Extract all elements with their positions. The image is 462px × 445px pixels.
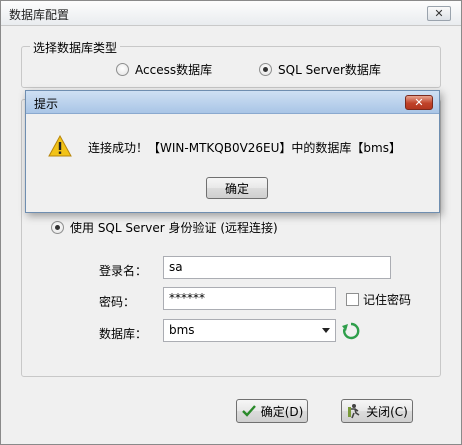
dialog-close-button[interactable]: ✕ — [405, 95, 433, 110]
exit-icon — [348, 404, 360, 419]
dialog-titlebar: 提示 ✕ — [26, 91, 439, 114]
radio-access[interactable]: Access数据库 — [116, 61, 212, 78]
close-button[interactable]: 关闭(C) — [341, 399, 413, 423]
password-input[interactable]: ****** — [163, 287, 336, 310]
radio-sql-auth-label: 使用 SQL Server 身份验证 (远程连接) — [70, 221, 278, 235]
refresh-icon[interactable] — [341, 321, 361, 341]
database-label: 数据库： — [99, 327, 148, 341]
chevron-down-icon[interactable] — [322, 328, 330, 333]
database-config-window: 数据库配置 ✕ 选择数据库类型 Access数据库 SQL Server数据库 … — [0, 0, 462, 445]
radio-sqlserver-button[interactable] — [259, 63, 272, 76]
remember-password[interactable]: 记住密码 — [346, 291, 411, 308]
message-dialog: 提示 ✕ 连接成功！【WIN-MTKQB0V26EU】中的数据库【bms】 确定 — [25, 90, 440, 213]
radio-sql-auth[interactable]: 使用 SQL Server 身份验证 (远程连接) — [51, 219, 278, 236]
close-icon: ✕ — [434, 7, 444, 20]
radio-sql-auth-button[interactable] — [51, 221, 64, 234]
dialog-ok-label: 确定 — [224, 181, 249, 196]
warning-icon — [48, 135, 72, 157]
login-input[interactable]: sa — [163, 256, 391, 279]
remember-password-label: 记住密码 — [363, 293, 412, 307]
database-select[interactable]: bms — [163, 319, 336, 342]
close-icon: ✕ — [414, 96, 424, 109]
close-button-label: 关闭(C) — [366, 404, 408, 419]
login-label: 登录名： — [99, 264, 148, 278]
window-title: 数据库配置 — [9, 8, 70, 22]
database-select-value: bms — [169, 323, 195, 337]
check-icon — [241, 405, 256, 417]
ok-button[interactable]: 确定(D) — [236, 399, 308, 423]
window-close-button[interactable]: ✕ — [427, 6, 451, 21]
radio-access-button[interactable] — [116, 63, 129, 76]
password-label: 密码： — [99, 295, 136, 309]
ok-button-label: 确定(D) — [260, 404, 304, 419]
db-type-legend: 选择数据库类型 — [30, 39, 121, 56]
radio-access-label: Access数据库 — [135, 63, 213, 77]
radio-sqlserver[interactable]: SQL Server数据库 — [259, 61, 381, 78]
window-titlebar: 数据库配置 ✕ — [1, 1, 461, 26]
dialog-title: 提示 — [34, 97, 59, 111]
dialog-ok-button[interactable]: 确定 — [206, 177, 268, 199]
dialog-message: 连接成功！【WIN-MTKQB0V26EU】中的数据库【bms】 — [88, 141, 401, 155]
radio-sqlserver-label: SQL Server数据库 — [278, 63, 381, 77]
remember-password-checkbox[interactable] — [346, 293, 359, 306]
